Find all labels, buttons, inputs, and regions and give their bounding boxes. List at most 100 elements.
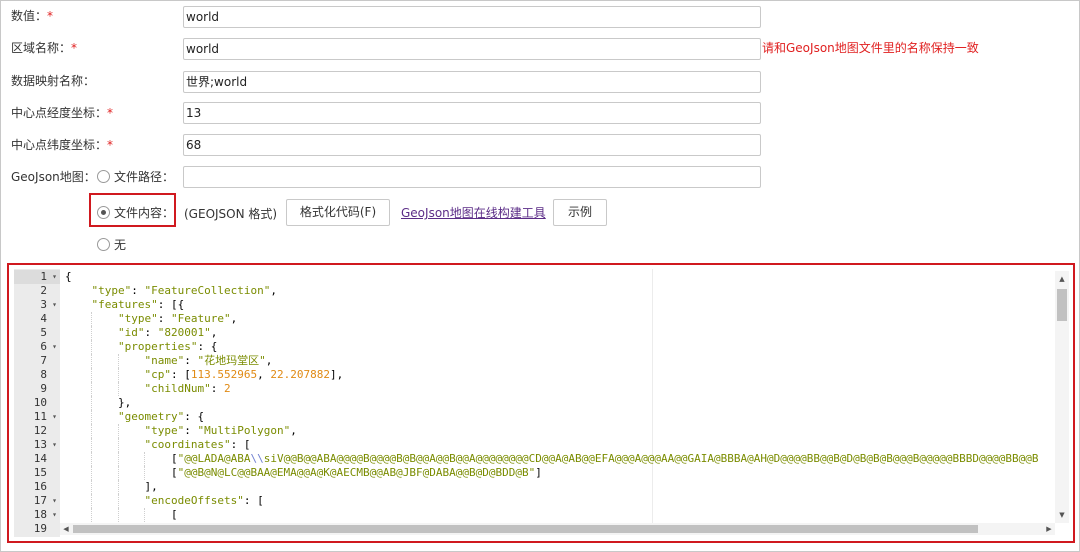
line-number-text: 12 [33, 424, 47, 437]
indent-guide [91, 466, 92, 480]
indent-guide [91, 326, 92, 340]
line-number-text: 8 [40, 368, 47, 381]
center-lat-input[interactable]: 68 [183, 134, 761, 156]
required-mark: * [71, 41, 78, 55]
line-number-text: 10 [33, 396, 47, 409]
code-line: ], [65, 480, 158, 493]
code-line: "type": "MultiPolygon", [144, 424, 297, 437]
value-label: 数值：* [11, 8, 53, 24]
line-number: 17 ▾ [14, 494, 60, 508]
code-line: "type": "FeatureCollection", [91, 284, 277, 297]
line-number-text: 6 [40, 340, 47, 353]
code-line: ["@@LADA@ABA\\siV@@B@@ABA@@@@B@@@@B@B@@A… [65, 452, 1039, 465]
indent-guide [91, 494, 92, 508]
file-path-option-label: 文件路径： [114, 170, 175, 184]
required-mark: * [107, 138, 114, 152]
line-number: 14 [14, 452, 60, 466]
indent-guide [118, 354, 119, 368]
file-content-radio[interactable] [97, 206, 110, 219]
line-number: 15 [14, 466, 60, 480]
line-number-text: 7 [40, 354, 47, 367]
code-line: "cp": [113.552965, 22.207882], [144, 368, 344, 381]
code-line: "id": "820001", [117, 326, 218, 339]
region-name-input[interactable]: world [183, 38, 761, 60]
scroll-left-arrow-icon[interactable]: ◀ [60, 523, 72, 535]
scroll-up-arrow-icon[interactable]: ▲ [1055, 273, 1069, 285]
indent-guide [91, 340, 92, 354]
geojson-code-editor[interactable]: 1 ▾ 2 3 ▾ 4 5 6 ▾ 7 8 9 10 11 ▾ 12 13 ▾ 14 15 16 17 ▾ 18 ▾ 19 { "… [14, 269, 1069, 537]
required-mark: * [47, 9, 54, 23]
indent-guide [91, 438, 92, 452]
center-lat-label-text: 中心点纬度坐标： [11, 138, 108, 152]
indent-guide [118, 424, 119, 438]
line-number-text: 4 [40, 312, 47, 325]
line-number-text: 1 [40, 270, 47, 283]
format-code-button[interactable]: 格式化代码(F) [286, 199, 390, 226]
none-option-label: 无 [114, 238, 127, 252]
code-line: "coordinates": [ [144, 438, 251, 451]
line-number: 6 ▾ [14, 340, 60, 354]
line-number: 9 [14, 382, 60, 396]
file-path-radio[interactable] [97, 170, 110, 183]
line-number: 7 [14, 354, 60, 368]
file-content-option-label: 文件内容： [114, 206, 175, 220]
scroll-down-arrow-icon[interactable]: ▼ [1055, 509, 1069, 521]
indent-guide [144, 508, 145, 522]
print-margin [652, 269, 653, 525]
fold-arrow-icon[interactable]: ▾ [52, 298, 57, 312]
code-line: }, [65, 396, 132, 409]
region-name-label-text: 区域名称： [11, 41, 72, 55]
line-number: 2 [14, 284, 60, 298]
indent-guide [91, 368, 92, 382]
line-number: 16 [14, 480, 60, 494]
line-number: 19 [14, 522, 60, 536]
fold-arrow-icon[interactable]: ▾ [52, 508, 57, 522]
indent-guide [144, 466, 145, 480]
fold-arrow-icon[interactable]: ▾ [52, 410, 57, 424]
vertical-scrollbar[interactable]: ▲ ▼ [1055, 271, 1069, 523]
line-number: 8 [14, 368, 60, 382]
indent-guide [91, 452, 92, 466]
line-number-text: 5 [40, 326, 47, 339]
format-note: (GEOJSON 格式) [184, 207, 278, 221]
editor-code-area[interactable]: { "type": "FeatureCollection", "features… [65, 269, 1055, 525]
line-number: 4 [14, 312, 60, 326]
indent-guide [118, 480, 119, 494]
mapping-input[interactable]: 世界;world [183, 71, 761, 93]
file-path-input[interactable] [183, 166, 761, 188]
line-number-text: 3 [40, 298, 47, 311]
line-number-text: 2 [40, 284, 47, 297]
value-input[interactable]: world [183, 6, 761, 28]
example-button[interactable]: 示例 [553, 199, 607, 226]
line-number-text: 16 [33, 480, 47, 493]
indent-guide [118, 452, 119, 466]
center-lng-label-text: 中心点经度坐标： [11, 106, 108, 120]
scroll-right-arrow-icon[interactable]: ▶ [1043, 523, 1055, 535]
fold-arrow-icon[interactable]: ▾ [52, 270, 57, 284]
fold-arrow-icon[interactable]: ▾ [52, 438, 57, 452]
indent-guide [91, 382, 92, 396]
value-label-text: 数值： [11, 9, 48, 23]
line-number: 12 [14, 424, 60, 438]
line-number-text: 11 [33, 410, 47, 423]
horizontal-scroll-thumb[interactable] [73, 525, 978, 533]
geojson-builder-link[interactable]: GeoJson地图在线构建工具 [401, 205, 546, 221]
code-line: "properties": { [117, 340, 218, 353]
code-line: "name": "花地玛堂区", [144, 354, 273, 367]
horizontal-scrollbar[interactable]: ◀ ▶ [60, 523, 1055, 535]
editor-gutter: 1 ▾ 2 3 ▾ 4 5 6 ▾ 7 8 9 10 11 ▾ 12 13 ▾ 14 15 16 17 ▾ 18 ▾ 19 [14, 269, 60, 537]
center-lng-input[interactable]: 13 [183, 102, 761, 124]
fold-arrow-icon[interactable]: ▾ [52, 340, 57, 354]
code-line: "childNum": 2 [144, 382, 231, 395]
fold-arrow-icon[interactable]: ▾ [52, 494, 57, 508]
indent-guide [91, 312, 92, 326]
code-line: [ [65, 508, 178, 521]
line-number: 5 [14, 326, 60, 340]
vertical-scroll-thumb[interactable] [1057, 289, 1067, 321]
line-number: 13 ▾ [14, 438, 60, 452]
line-number: 1 ▾ [14, 270, 60, 284]
none-radio[interactable] [97, 238, 110, 251]
mapping-label: 数据映射名称： [11, 74, 96, 88]
line-number: 18 ▾ [14, 508, 60, 522]
code-line: { [65, 270, 72, 283]
